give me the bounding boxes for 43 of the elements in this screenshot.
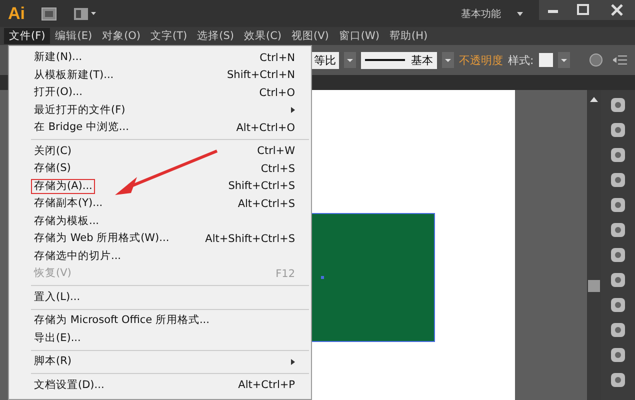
bridge-icon[interactable] <box>41 6 57 20</box>
scroll-up-icon[interactable] <box>590 96 598 102</box>
dropdown-button[interactable] <box>558 52 570 68</box>
style-label: 样式: <box>508 52 534 68</box>
workspace-switcher[interactable]: 基本功能 <box>461 6 501 20</box>
menu-bar-item[interactable]: 选择(S) <box>192 28 239 44</box>
menu-item[interactable]: 在 Bridge 中浏览... Alt+Ctrl+O <box>9 119 311 136</box>
menu-item[interactable]: 新建(N)... Ctrl+N <box>9 49 311 66</box>
menu-item[interactable]: 存储(S) Ctrl+S <box>9 160 311 178</box>
menu-item[interactable]: 脚本(R) <box>9 353 311 370</box>
menu-item[interactable]: 打开(O)... Ctrl+O <box>9 84 311 102</box>
scale-field[interactable]: 等比 <box>311 52 339 68</box>
scroll-thumb[interactable] <box>588 280 600 292</box>
menu-item[interactable]: 存储为模板... <box>9 212 311 230</box>
panel-menu-icon[interactable] <box>613 55 627 65</box>
menu-item[interactable]: 关闭(C) Ctrl+W <box>9 142 311 160</box>
menu-bar-item[interactable]: 窗口(W) <box>334 28 384 44</box>
stroke-profile-field[interactable]: 基本 <box>361 52 437 68</box>
menu-bar-item[interactable]: 文字(T) <box>146 28 192 44</box>
dropdown-button[interactable] <box>442 52 454 68</box>
app-logo: Ai <box>8 4 25 24</box>
vertical-scrollbar[interactable] <box>587 90 601 400</box>
menu-bar-item[interactable]: 对象(O) <box>97 28 146 44</box>
menu-bar-item[interactable]: 文件(F) <box>4 28 50 44</box>
menu-bar-item[interactable]: 视图(V) <box>286 28 334 44</box>
menu-item[interactable]: 导出(E)... <box>9 330 311 347</box>
style-swatch[interactable] <box>538 53 553 67</box>
menu-item[interactable]: 文档设置(D)... Alt+Ctrl+P <box>9 376 311 394</box>
dropdown-button[interactable] <box>344 52 356 68</box>
menu-bar-item[interactable]: 效果(C) <box>239 28 287 44</box>
menu-item[interactable]: 存储为 Microsoft Office 所用格式... <box>9 312 311 330</box>
menu-item[interactable]: 最近打开的文件(F) <box>9 102 311 119</box>
menu-item[interactable]: 存储为(A)... Shift+Ctrl+S <box>9 178 311 195</box>
menu-item[interactable]: 存储选中的切片... <box>9 248 311 265</box>
menu-item[interactable]: 存储为 Web 所用格式(W)... Alt+Shift+Ctrl+S <box>9 230 311 248</box>
layout-icon[interactable] <box>73 6 97 20</box>
globe-icon[interactable] <box>588 53 603 67</box>
menu-bar-item[interactable]: 编辑(E) <box>50 28 98 44</box>
menu-item[interactable]: 置入(L)... <box>9 288 311 306</box>
caret-icon[interactable] <box>517 12 523 16</box>
menu-item[interactable]: 存储副本(Y)... Alt+Ctrl+S <box>9 195 311 212</box>
menu-item[interactable]: 从模板新建(T)... Shift+Ctrl+N <box>9 66 311 84</box>
menu-bar-item[interactable]: 帮助(H) <box>384 28 433 44</box>
